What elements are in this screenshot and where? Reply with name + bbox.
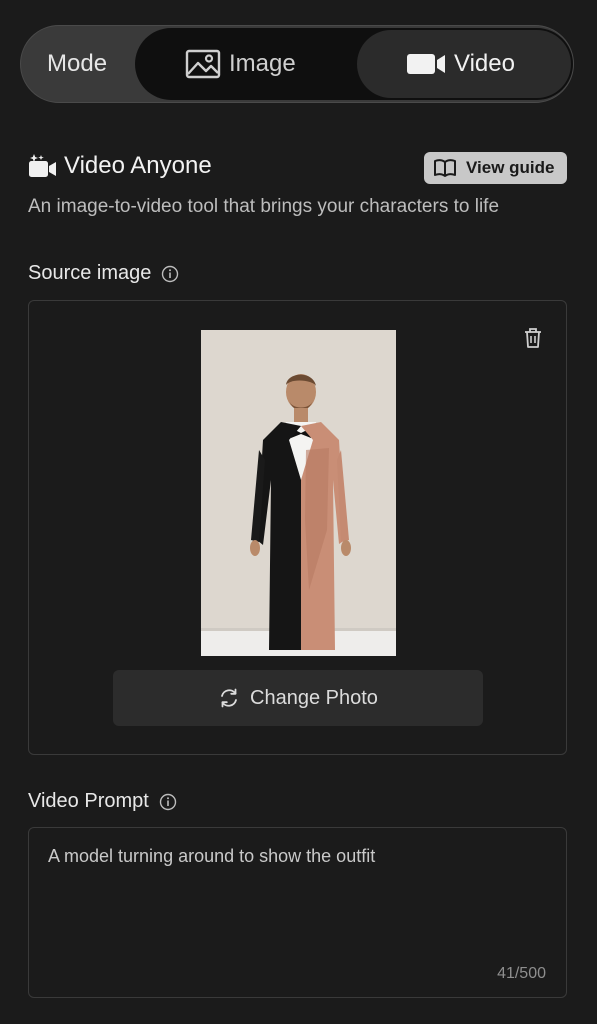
mode-label: Mode [47, 50, 108, 77]
tool-header: Video Anyone View guide [28, 150, 568, 184]
book-icon [434, 159, 456, 177]
video-prompt-value: A model turning around to show the outfi… [48, 846, 376, 866]
video-prompt-label: Video Prompt [28, 790, 149, 812]
mode-options: Image Video [135, 28, 573, 100]
source-image-dropzone: Change Photo [28, 300, 567, 755]
source-image-label: Source image [28, 262, 152, 284]
refresh-icon [221, 688, 237, 708]
source-photo-illustration [201, 330, 396, 656]
source-image-label-row: Source image [28, 262, 179, 285]
mode-switch: Mode Image Video [20, 25, 574, 103]
image-icon [185, 49, 221, 79]
video-anyone-panel: Mode Image Video Video Anyone View guide… [0, 0, 597, 1024]
change-photo-button[interactable]: Change Photo [113, 670, 483, 726]
info-icon[interactable] [161, 265, 179, 283]
video-camera-icon [407, 54, 445, 74]
video-sparkle-icon [29, 154, 56, 177]
trash-icon[interactable] [523, 327, 543, 349]
character-counter: 41/500 [497, 965, 546, 982]
view-guide-button[interactable]: View guide [424, 152, 567, 184]
mode-option-image-label: Image [229, 50, 296, 77]
info-icon[interactable] [159, 793, 177, 811]
view-guide-label: View guide [466, 158, 555, 177]
source-photo [201, 330, 396, 656]
video-prompt-textarea[interactable]: A model turning around to show the outfi… [28, 827, 567, 998]
mode-option-image[interactable]: Image [185, 28, 296, 100]
mode-option-video-label: Video [454, 50, 515, 77]
mode-option-video[interactable]: Video [357, 30, 571, 98]
tool-description: An image-to-video tool that brings your … [28, 196, 500, 217]
change-photo-label: Change Photo [250, 686, 378, 709]
page-title: Video Anyone [64, 152, 212, 179]
video-prompt-label-row: Video Prompt [28, 790, 177, 813]
